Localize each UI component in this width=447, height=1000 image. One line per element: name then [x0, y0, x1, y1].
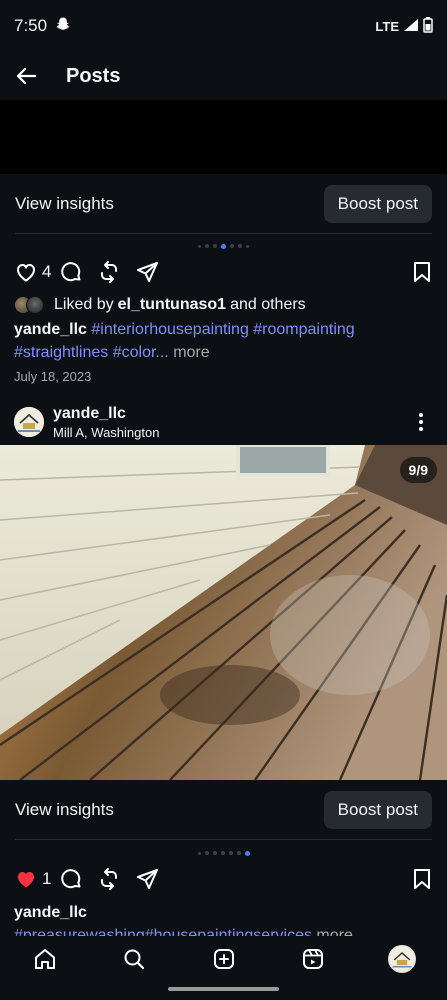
send-icon — [137, 869, 159, 889]
post2-caption: yande_llc #preasurewashing#housepainting… — [14, 901, 434, 936]
liked-user[interactable]: el_tuntunaso1 — [118, 296, 226, 314]
more-vertical-icon — [419, 413, 423, 431]
comment-button[interactable] — [59, 260, 83, 284]
liked-prefix: Liked by — [54, 296, 114, 313]
heart-filled-icon — [18, 872, 34, 888]
caption-hashtags[interactable]: #interiorhousepainting #roompainting — [91, 321, 354, 338]
carousel-dot — [220, 851, 225, 855]
like-button[interactable] — [14, 867, 38, 891]
divider — [15, 233, 432, 234]
view-insights-link[interactable]: View insights — [15, 800, 114, 820]
carousel-dot — [197, 851, 201, 855]
carousel-dot — [204, 851, 209, 855]
carousel-dot — [236, 851, 241, 855]
bookmark-icon — [414, 262, 430, 282]
liked-by[interactable]: Liked by el_tuntunaso1 and others — [14, 293, 306, 317]
carousel-dot — [212, 851, 217, 855]
search-icon — [124, 949, 145, 970]
repost-button[interactable] — [97, 260, 121, 284]
share-button[interactable] — [135, 867, 159, 891]
carousel-dot — [246, 244, 249, 248]
save-button[interactable] — [411, 867, 433, 891]
liker-avatars — [14, 296, 44, 314]
caption-more-link[interactable]: more — [316, 927, 352, 936]
image-counter-badge: 9/9 — [399, 457, 437, 483]
heart-icon — [16, 263, 36, 282]
post2-header: yande_llc Mill A, Washington — [0, 400, 447, 444]
carousel-dot — [230, 244, 234, 248]
save-button[interactable] — [411, 260, 433, 284]
like-count[interactable]: 1 — [42, 869, 51, 889]
carousel-dot — [228, 851, 233, 855]
home-icon — [34, 949, 55, 969]
comment-button[interactable] — [59, 867, 83, 891]
carousel-dots — [0, 851, 447, 856]
home-indicator — [168, 987, 279, 991]
signal-icon — [403, 18, 419, 35]
repost-icon — [101, 868, 118, 890]
nav-home[interactable] — [0, 944, 89, 974]
bookmark-icon — [414, 869, 430, 889]
carousel-dot-active — [221, 244, 226, 249]
back-button[interactable] — [0, 52, 52, 100]
network-label: LTE — [375, 18, 399, 34]
comment-icon — [61, 262, 81, 282]
post1-caption: yande_llc #interiorhousepainting #roompa… — [14, 318, 434, 364]
liked-suffix: and others — [230, 296, 306, 313]
boost-post-button[interactable]: Boost post — [323, 791, 432, 829]
comment-icon — [61, 869, 81, 889]
more-options-button[interactable] — [409, 410, 433, 434]
caption-hashtags[interactable]: #straightlines #color... — [14, 344, 169, 361]
reels-icon — [302, 949, 323, 969]
carousel-dot — [198, 244, 201, 248]
caption-username[interactable]: yande_llc — [14, 904, 87, 921]
page-title: Posts — [66, 64, 121, 87]
nav-search[interactable] — [89, 944, 178, 974]
top-header: Posts — [0, 52, 447, 100]
carousel-dot — [238, 244, 242, 248]
avatar[interactable] — [14, 407, 44, 437]
caption-username[interactable]: yande_llc — [14, 321, 87, 338]
repost-button[interactable] — [97, 867, 121, 891]
create-icon — [213, 949, 234, 969]
battery-icon — [423, 16, 433, 36]
boost-post-button[interactable]: Boost post — [323, 185, 432, 223]
caption-more-link[interactable]: more — [173, 344, 209, 361]
view-insights-link[interactable]: View insights — [15, 194, 114, 214]
repost-icon — [101, 261, 118, 283]
post1-actions: 4 — [0, 254, 447, 290]
status-right: LTE — [375, 16, 433, 36]
post-username[interactable]: yande_llc — [53, 404, 159, 424]
post2-actions: 1 — [0, 861, 447, 897]
post-date: July 18, 2023 — [14, 369, 92, 384]
back-arrow-icon — [16, 67, 37, 85]
carousel-dot — [213, 244, 217, 248]
share-button[interactable] — [135, 260, 159, 284]
send-icon — [137, 262, 159, 282]
carousel-dot — [205, 244, 209, 248]
status-time: 7:50 — [14, 16, 48, 35]
post2-insights-row: View insights Boost post — [0, 780, 447, 840]
deck-photo — [0, 445, 447, 780]
post-image[interactable]: 9/9 — [0, 445, 447, 780]
caption-hashtags[interactable]: #preasurewashing#housepaintingservices — [14, 927, 312, 936]
previous-post-media[interactable] — [0, 100, 447, 174]
status-bar: 7:50 LTE — [0, 0, 447, 52]
snapchat-icon — [55, 16, 71, 37]
divider — [15, 839, 432, 840]
post-location[interactable]: Mill A, Washington — [53, 424, 159, 441]
profile-avatar — [388, 945, 417, 973]
nav-reels[interactable] — [268, 944, 357, 974]
like-button[interactable] — [14, 260, 38, 284]
like-count[interactable]: 4 — [42, 262, 51, 282]
carousel-dots — [0, 244, 447, 249]
nav-create[interactable] — [179, 944, 268, 974]
carousel-dot-active — [244, 851, 250, 856]
nav-profile[interactable] — [358, 944, 447, 974]
post1-insights-row: View insights Boost post — [0, 174, 447, 234]
